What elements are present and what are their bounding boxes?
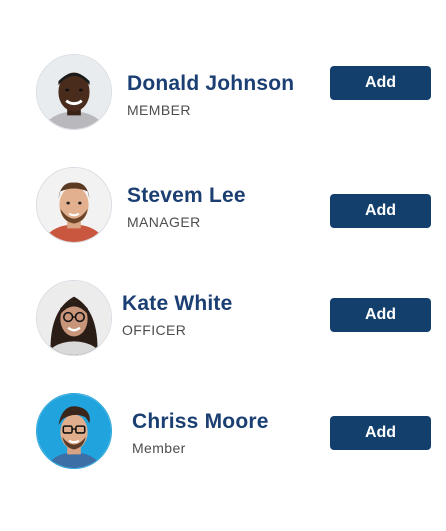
add-button[interactable]: Add [330,194,431,228]
add-button[interactable]: Add [330,416,431,450]
avatar [36,54,112,130]
member-name: Chriss Moore [132,410,269,433]
member-role: MANAGER [127,214,201,230]
person-photo-icon [37,394,111,468]
member-row-stevem-lee: Stevem Lee MANAGER Add [0,160,446,250]
member-row-chriss-moore: Chriss Moore Member Add [0,386,446,476]
person-photo-icon [37,55,111,129]
member-role: Member [132,440,186,456]
add-button[interactable]: Add [330,298,431,332]
person-photo-icon [37,281,111,355]
avatar [36,393,112,469]
member-row-donald-johnson: Donald Johnson MEMBER Add [0,47,446,137]
avatar [36,280,112,356]
member-name: Donald Johnson [127,72,295,95]
member-row-kate-white: Kate White OFFICER Add [0,273,446,363]
person-photo-icon [37,168,111,242]
avatar [36,167,112,243]
member-role: OFFICER [122,322,187,338]
member-name: Kate White [122,292,233,315]
member-role: MEMBER [127,102,191,118]
add-button[interactable]: Add [330,66,431,100]
member-name: Stevem Lee [127,184,246,207]
